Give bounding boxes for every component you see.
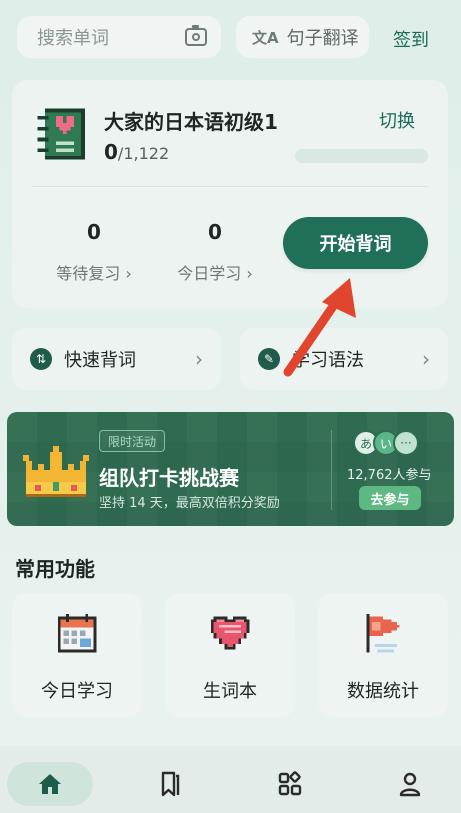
limited-event-tag: 限时活动	[99, 430, 166, 452]
quick-memorize-button[interactable]: ⇅ 快速背词 ›	[12, 328, 221, 390]
wordbook-card: 大家的日本语初级1 切换 0/1,122 0 等待复习 › 0 今日学习 › 开…	[12, 80, 448, 308]
join-button[interactable]: 去参与	[359, 486, 421, 510]
challenge-banner[interactable]: 限时活动 组队打卡挑战赛 坚持 14 天，最高双倍积分奖励 あ い ··· 12…	[7, 412, 454, 526]
feature-statistics[interactable]: 数据统计	[318, 593, 448, 717]
feature-today-study[interactable]: 今日学习	[12, 593, 142, 717]
search-input[interactable]: 搜索单词	[17, 16, 221, 58]
camera-icon[interactable]	[185, 25, 207, 46]
chevron-right-icon: ›	[422, 347, 430, 371]
pending-review-count: 0	[87, 220, 101, 244]
pending-review-label: 等待复习 ›	[56, 264, 132, 283]
calendar-icon	[57, 613, 97, 653]
checkin-button[interactable]: 签到	[393, 26, 429, 52]
switch-book-button[interactable]: 切换	[379, 107, 415, 133]
participant-count: 12,762人参与	[347, 468, 432, 483]
today-study-count: 0	[208, 220, 222, 244]
progress-bar	[295, 149, 428, 163]
profile-icon	[399, 772, 421, 797]
feature-label: 生词本	[203, 681, 257, 702]
red-arrow-icon	[283, 278, 356, 377]
divider	[32, 186, 428, 187]
today-study-label: 今日学习 ›	[177, 264, 253, 283]
section-title: 常用功能	[15, 557, 95, 581]
bookmark-icon	[161, 771, 180, 797]
banner-subtitle: 坚持 14 天，最高双倍积分奖励	[99, 496, 280, 511]
total-count: /1,122	[117, 144, 170, 163]
heart-icon	[210, 616, 250, 650]
feature-vocab-book[interactable]: 生词本	[165, 593, 295, 717]
apps-icon	[278, 771, 302, 796]
learned-count: 0	[104, 140, 118, 164]
wordbook-title: 大家的日本语初级1	[104, 110, 278, 134]
feature-label: 数据统计	[347, 681, 419, 702]
top-bar: 搜索单词 文A 句子翻译 签到	[0, 0, 461, 76]
chevron-right-icon: ›	[195, 347, 203, 371]
progress-count: 0/1,122	[104, 140, 169, 164]
participant-avatars: あ い ···	[353, 430, 419, 456]
translate-icon: 文A	[252, 28, 279, 47]
today-study-stat[interactable]: 0 今日学习 ›	[162, 220, 268, 284]
tab-home[interactable]	[7, 762, 93, 806]
banner-title: 组队打卡挑战赛	[99, 466, 239, 490]
crown-icon	[23, 446, 89, 497]
feature-label: 今日学习	[41, 681, 113, 702]
pending-review-stat[interactable]: 0 等待复习 ›	[44, 220, 144, 284]
flag-icon	[366, 613, 400, 653]
home-icon	[39, 774, 61, 794]
book-icon	[37, 108, 85, 160]
search-placeholder: 搜索单词	[37, 28, 109, 49]
translate-label: 句子翻译	[286, 28, 359, 49]
start-memorize-button[interactable]: 开始背词	[283, 217, 428, 269]
bottom-tab-bar	[0, 746, 461, 813]
banner-divider	[331, 430, 332, 510]
tab-wordbook[interactable]	[150, 762, 190, 806]
avatar: ···	[393, 430, 419, 456]
refresh-icon: ⇅	[30, 348, 52, 370]
tab-profile[interactable]	[390, 762, 430, 806]
quick-memorize-label: 快速背词	[64, 350, 136, 371]
tab-apps[interactable]	[270, 762, 310, 806]
sentence-translate-button[interactable]: 文A 句子翻译	[236, 16, 369, 58]
